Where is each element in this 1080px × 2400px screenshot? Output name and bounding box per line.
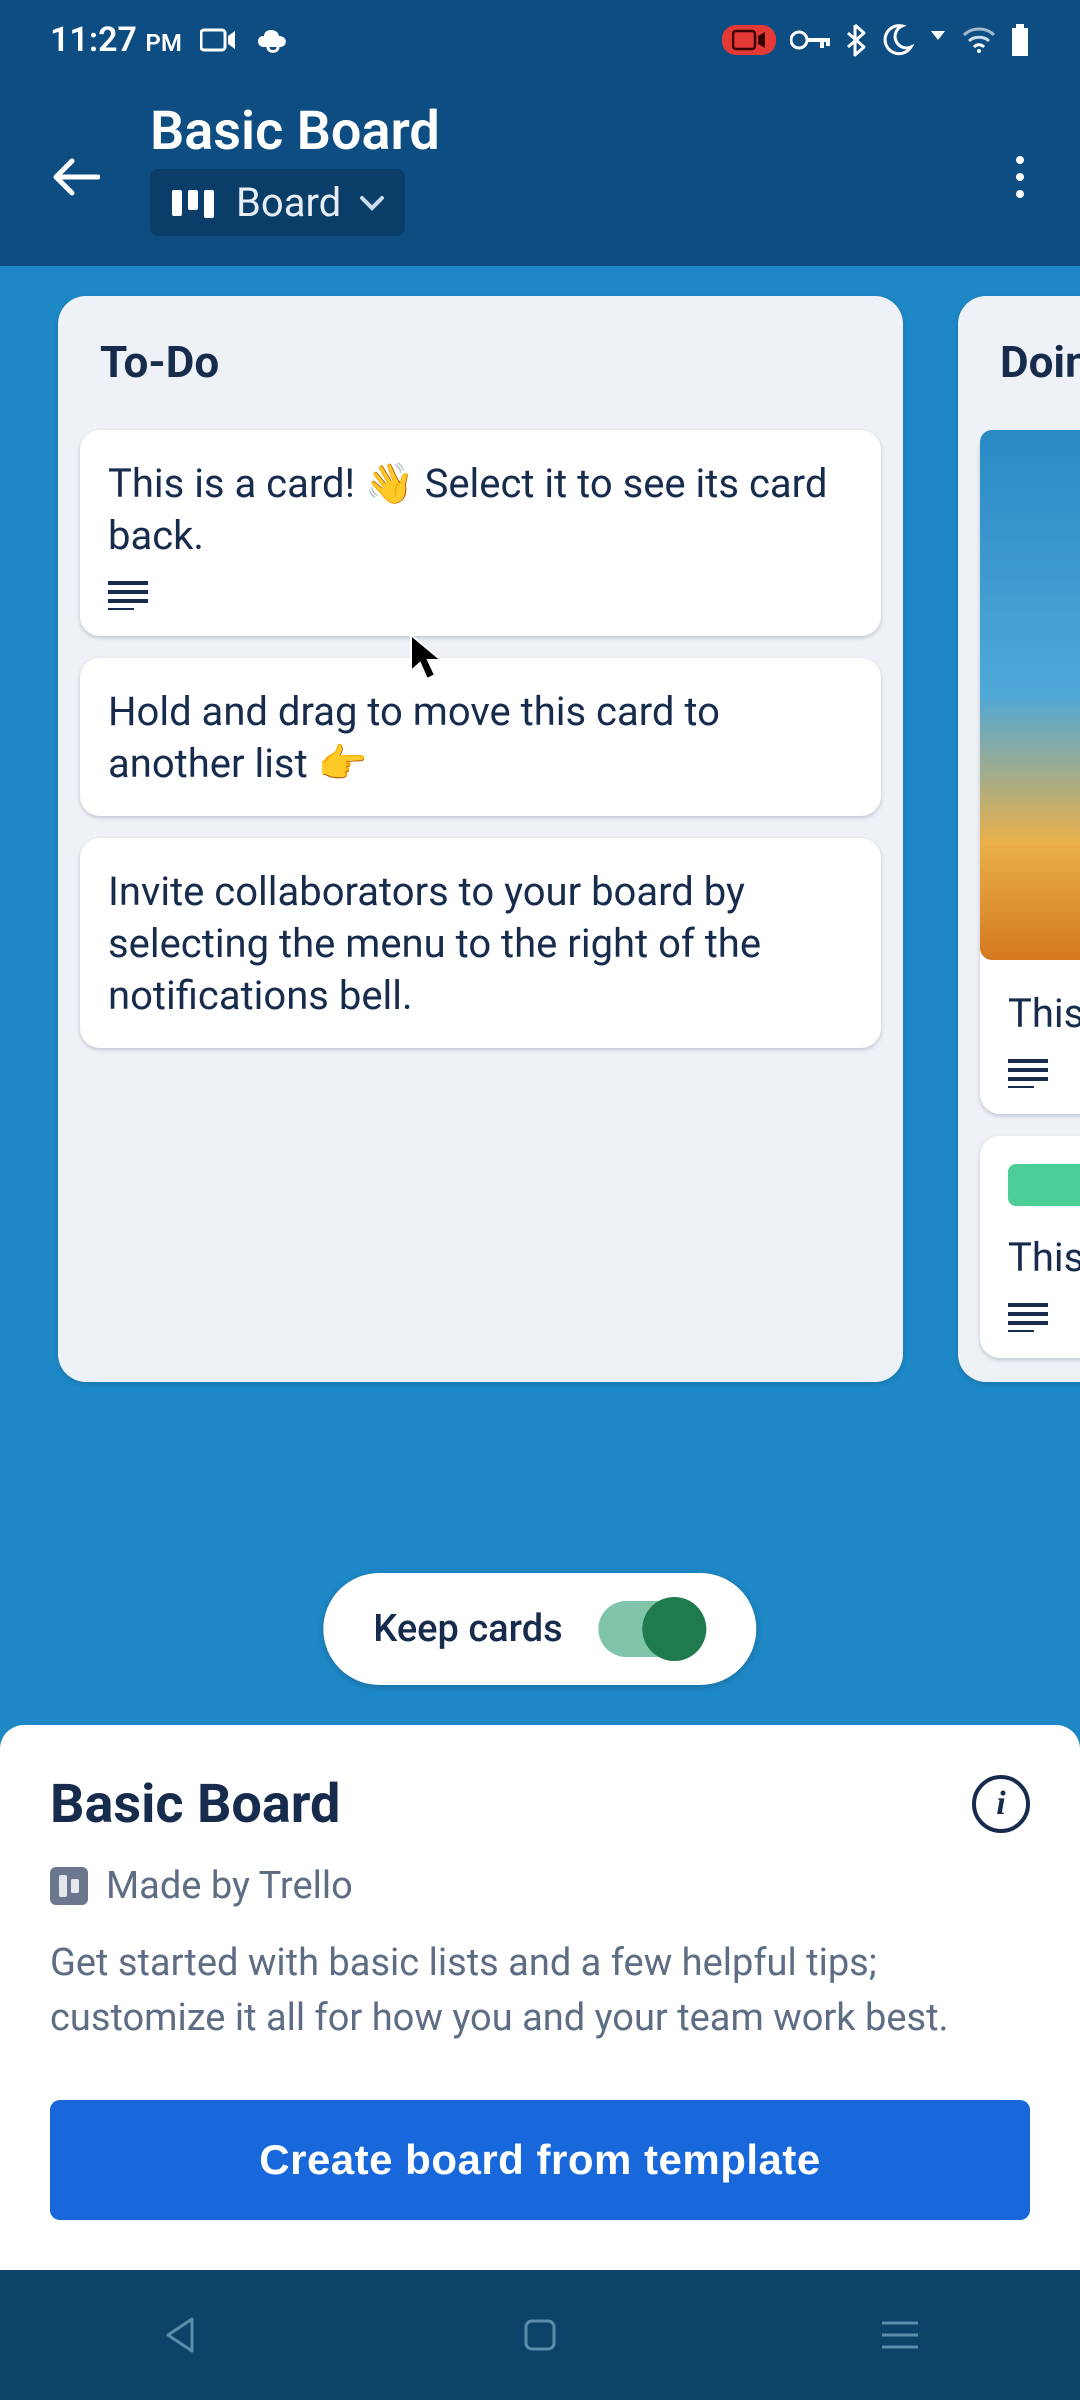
view-switcher[interactable]: Board [150,169,405,236]
board-canvas[interactable]: To-Do This is a card! 👋 Select it to see… [0,266,1080,1725]
sheet-description: Get started with basic lists and a few h… [50,1936,1030,2046]
nav-back-button[interactable] [145,2300,215,2370]
card-label-green [1008,1164,1080,1206]
clock-ampm: PM [145,29,181,57]
card[interactable]: Hold and drag to move this card to anoth… [80,658,881,816]
made-by-text: Made by Trello [106,1864,353,1908]
sheet-title: Basic Board [50,1773,340,1836]
trello-logo-icon [50,1867,88,1905]
app-header: Basic Board Board [0,80,1080,266]
mouse-cursor-icon [405,631,449,685]
card-text: This [1008,1232,1080,1284]
nav-recents-button[interactable] [865,2300,935,2370]
status-bar: 11:27 PM [0,0,1080,80]
keep-cards-toggle[interactable] [599,1601,707,1657]
list-doing[interactable]: Doing This This [958,296,1080,1382]
status-right [722,23,1030,57]
signal-icon [928,28,948,52]
card[interactable]: Invite collaborators to your board by se… [80,838,881,1048]
info-icon[interactable]: i [972,1775,1030,1833]
create-board-button[interactable]: Create board from template [50,2100,1030,2220]
card[interactable]: This is a card! 👋 Select it to see its c… [80,430,881,636]
card[interactable]: This [980,1136,1080,1358]
toggle-knob [643,1597,707,1661]
template-bottom-sheet: Basic Board i Made by Trello Get started… [0,1725,1080,2270]
battery-icon [1010,24,1030,56]
card-cover-image [980,430,1080,960]
description-icon [108,580,148,610]
status-time: 11:27 PM [50,20,182,60]
list-title[interactable]: Doing [980,326,1080,408]
card[interactable]: This [980,430,1080,1114]
nav-home-button[interactable] [505,2300,575,2370]
made-by-row[interactable]: Made by Trello [50,1864,1030,1908]
keep-cards-label: Keep cards [373,1607,562,1651]
overflow-menu-button[interactable] [990,147,1050,207]
chevron-down-icon [359,194,385,212]
back-button[interactable] [40,142,110,212]
board-view-icon [170,186,218,220]
cloud-icon [254,25,290,55]
card-text: Hold and drag to move this card to anoth… [108,686,853,790]
description-icon [1008,1058,1048,1088]
wifi-icon [962,27,996,53]
camera-icon [200,27,236,53]
header-titles: Basic Board Board [150,100,950,236]
card-text: Invite collaborators to your board by se… [108,866,853,1022]
board-title[interactable]: Basic Board [150,100,950,163]
card-text: This is a card! 👋 Select it to see its c… [108,458,853,562]
list-todo[interactable]: To-Do This is a card! 👋 Select it to see… [58,296,903,1382]
lists-container: To-Do This is a card! 👋 Select it to see… [58,296,1080,1382]
status-left: 11:27 PM [50,20,290,60]
record-pill-icon [722,25,776,55]
clock-time: 11:27 [50,20,137,60]
moon-icon [880,23,914,57]
card-text: This [1008,988,1080,1040]
description-icon [1008,1302,1048,1332]
vpn-key-icon [790,29,830,51]
keep-cards-pill: Keep cards [323,1573,756,1685]
list-title[interactable]: To-Do [80,326,881,408]
system-nav-bar [0,2270,1080,2400]
sheet-header: Basic Board i [50,1773,1030,1836]
bluetooth-icon [844,23,866,57]
view-label: Board [236,179,341,226]
